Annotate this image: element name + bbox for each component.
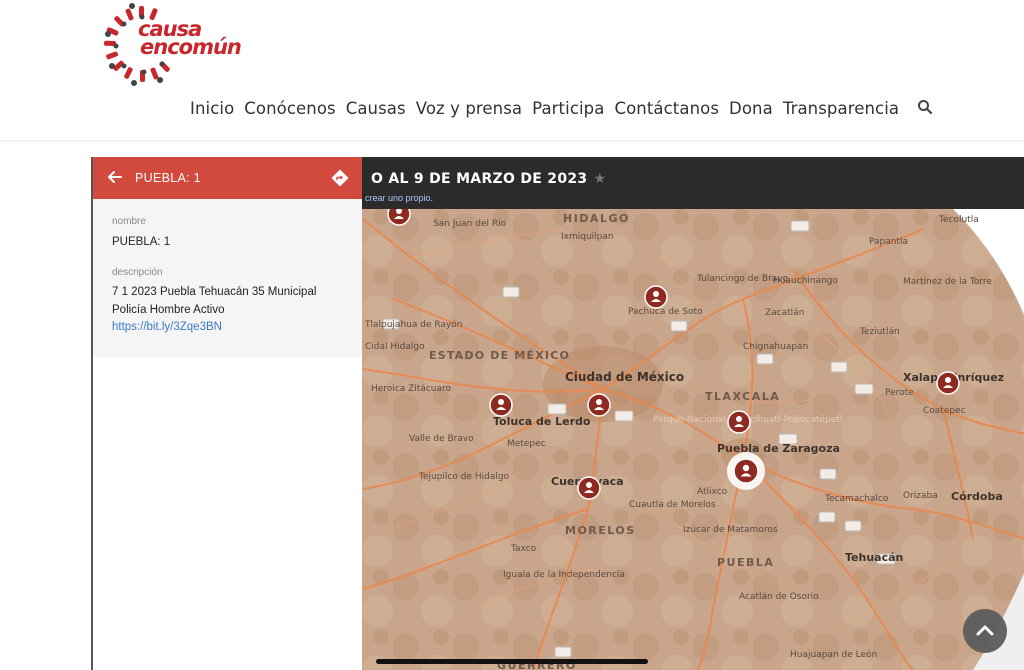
marker-toluca[interactable] (489, 393, 513, 417)
label-cuautla: Cuautla de Morelos (629, 500, 716, 510)
marker-cdmx[interactable] (587, 393, 611, 417)
label-morelos: MORELOS (565, 524, 636, 537)
nav-dona[interactable]: Dona (729, 99, 773, 118)
home-indicator (376, 659, 648, 664)
field-value-nombre: PUEBLA: 1 (112, 236, 171, 248)
label-tecamachalco: Tecamachalco (824, 494, 889, 504)
label-tlaxcala: TLAXCALA (705, 390, 780, 403)
label-cordoba: Córdoba (951, 490, 1003, 503)
label-pachuca: Pachuca de Soto (628, 307, 703, 317)
chevron-up-icon (976, 625, 994, 636)
map-subtitle[interactable]: crear uno propio. (365, 193, 433, 203)
label-san-juan-del-rio: San Juan del Río (433, 219, 507, 229)
embedded-map: O AL 9 DE MARZO DE 2023 ★ crear uno propi… (91, 157, 1024, 670)
nav-causas[interactable]: Causas (346, 99, 406, 118)
label-taxco: Taxco (510, 544, 537, 554)
label-chignahuapan: Chignahuapan (743, 342, 808, 352)
label-zacatlan: Zacatlán (765, 308, 804, 318)
label-tejupilco: Tejupilco de Hidalgo (418, 472, 510, 482)
label-valle-de-bravo: Valle de Bravo (409, 434, 474, 444)
label-cidal-hidalgo: Cidal Hidalgo (365, 342, 425, 352)
map-title-text: O AL 9 DE MARZO DE 2023 (371, 171, 588, 187)
label-tecolutla: Tecolutla (938, 215, 979, 225)
label-tlalpujahua: Tlalpujahua de Rayón (364, 319, 462, 330)
label-ixmiquilpan: Ixmiquilpan (561, 232, 614, 242)
label-coatepec: Coatepec (923, 406, 966, 416)
label-metepec: Metepec (507, 439, 546, 449)
star-icon[interactable]: ★ (593, 171, 606, 187)
label-teziutlan: Teziutlán (859, 327, 900, 337)
label-tehuacan: Tehuacán (845, 551, 903, 564)
nav-transparencia[interactable]: Transparencia (783, 99, 899, 118)
logo-wordmark: causa encomún (138, 19, 242, 59)
label-atlixco: Atlixco (697, 487, 728, 497)
marker-xalapa[interactable] (936, 371, 960, 395)
label-huajuapan: Huajuapan de León (790, 649, 877, 660)
marker-pachuca[interactable] (644, 285, 668, 309)
nav-participa[interactable]: Participa (532, 99, 604, 118)
label-huauchinango: Huauchinango (773, 276, 838, 286)
label-estado-de-mexico: ESTADO DE MÉXICO (429, 349, 570, 362)
label-iguala: Iguala de la Independencia (503, 570, 625, 580)
label-martinez: Martínez de la Torre (903, 277, 992, 287)
label-izucar: Izúcar de Matamoros (683, 525, 778, 535)
label-hidalgo: HIDALGO (563, 212, 630, 225)
marker-cuernavaca[interactable] (577, 476, 601, 500)
field-label-descripcion: descripción (112, 267, 163, 278)
field-label-nombre: nombre (112, 216, 146, 227)
field-value-descripcion: 7 1 2023 Puebla Tehuacán 35 Municipal Po… (112, 286, 317, 316)
label-orizaba: Orizaba (903, 491, 938, 501)
panel-header: PUEBLA: 1 (93, 157, 362, 199)
search-icon[interactable] (917, 99, 935, 117)
map-title: O AL 9 DE MARZO DE 2023 ★ (371, 171, 606, 187)
panel-title: PUEBLA: 1 (135, 171, 201, 185)
site-header: causa encomún Inicio Conócenos Causas Vo… (0, 0, 1024, 141)
panel-empty-area (93, 357, 362, 670)
label-toluca: Toluca de Lerdo (493, 415, 591, 428)
scroll-to-top-button[interactable] (963, 609, 1007, 653)
description-link[interactable]: https://bit.ly/3Zqe3BN (112, 321, 222, 333)
panel-details: nombre PUEBLA: 1 descripción 7 1 2023 Pu… (93, 199, 362, 357)
label-puebla: PUEBLA (717, 556, 774, 569)
label-ciudad-de-mexico: Ciudad de México (565, 370, 684, 384)
nav-contactanos[interactable]: Contáctanos (614, 99, 719, 118)
main-nav: Inicio Conócenos Causas Voz y prensa Par… (190, 96, 935, 120)
site-logo[interactable]: causa encomún (103, 2, 242, 86)
label-perote: Perote (885, 388, 914, 398)
marker-puebla-selected[interactable] (727, 452, 765, 490)
logo-line-2: encomún (140, 35, 242, 59)
label-acatlan: Acatlán de Osorio (739, 592, 819, 602)
back-arrow-icon[interactable] (107, 169, 123, 185)
directions-icon[interactable] (331, 169, 349, 187)
label-papantla: Papantla (869, 237, 908, 247)
marker-queretaro[interactable] (387, 209, 411, 226)
marker-tlaxcala[interactable] (727, 410, 751, 434)
nav-inicio[interactable]: Inicio (190, 99, 234, 118)
nav-voz-y-prensa[interactable]: Voz y prensa (416, 99, 522, 118)
label-puebla-de-zaragoza: Puebla de Zaragoza (717, 442, 840, 455)
nav-conocenos[interactable]: Conócenos (244, 99, 335, 118)
label-zitacuaro: Heroica Zitácuaro (371, 384, 452, 394)
feature-info-panel: PUEBLA: 1 nombre PUEBLA: 1 descripción 7… (93, 157, 362, 670)
